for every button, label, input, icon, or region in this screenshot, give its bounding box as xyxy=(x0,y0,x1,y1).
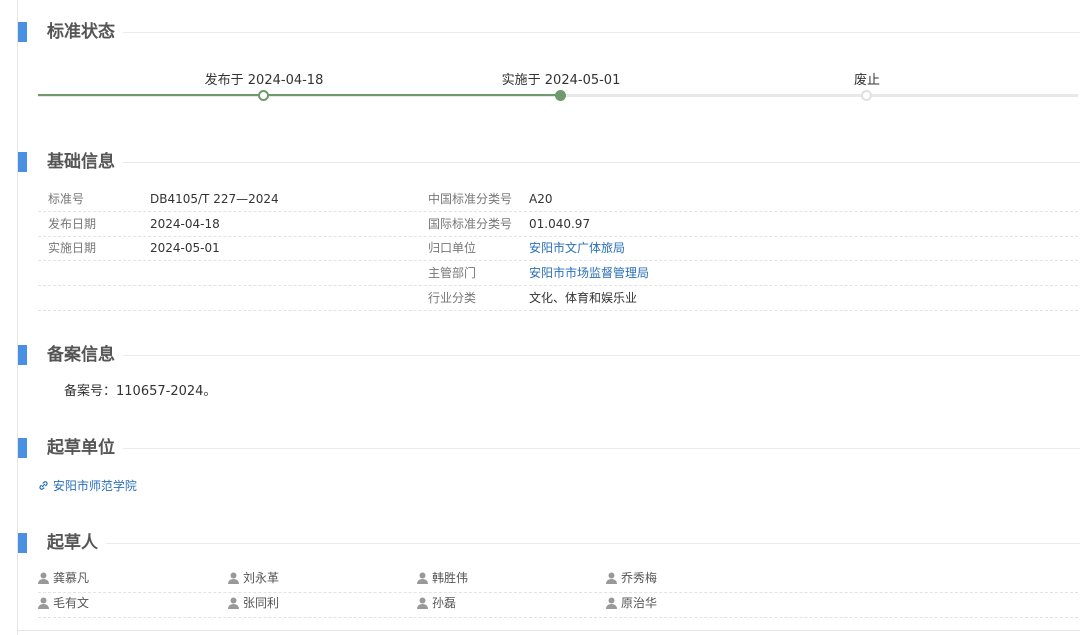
timeline-progress xyxy=(38,94,561,96)
drafter-item[interactable]: 孙磊 xyxy=(417,593,456,613)
filing-section: 备案信息 xyxy=(18,343,1080,367)
drafter-item[interactable]: 乔秀梅 xyxy=(606,568,657,588)
supervisor-label: 主管部门 xyxy=(428,266,477,280)
filing-number-text: 备案号：110657-2024。 xyxy=(64,384,217,399)
drafter-name: 毛有文 xyxy=(53,596,90,610)
drafter-item[interactable]: 原治华 xyxy=(606,593,657,613)
status-timeline: 发布于 2024-04-18 实施于 2024-05-01 废止 xyxy=(38,58,1078,104)
info-row: 实施日期 2024-05-01 归口单位 安阳市文广体旅局 xyxy=(38,236,1078,261)
bottom-border xyxy=(18,630,1080,631)
cn-class-value: A20 xyxy=(529,192,553,206)
section-title: 备案信息 xyxy=(47,345,115,365)
basic-info-section: 基础信息 xyxy=(18,150,1080,174)
drafter-name: 原治华 xyxy=(621,596,658,610)
status-section: 标准状态 xyxy=(18,20,1080,44)
info-row: 主管部门 安阳市市场监督管理局 xyxy=(38,261,1078,286)
implement-date-value: 2024-05-01 xyxy=(150,241,220,255)
drafter-name: 韩胜伟 xyxy=(432,571,469,585)
section-title: 起草人 xyxy=(47,533,98,553)
drafters-section: 起草人 xyxy=(18,531,1080,555)
person-icon xyxy=(606,571,621,585)
timeline-step-label-abolished: 废止 xyxy=(853,73,881,88)
publish-date-label: 发布日期 xyxy=(48,217,97,231)
implement-date-label: 实施日期 xyxy=(48,241,97,255)
timeline-step-dot-implemented xyxy=(555,90,566,101)
supervisor-link[interactable]: 安阳市市场监督管理局 xyxy=(529,261,649,285)
filing-header: 备案信息 xyxy=(18,343,1080,367)
section-accent-bar xyxy=(18,22,27,42)
section-divider xyxy=(123,32,1080,33)
industry-value: 文化、体育和娱乐业 xyxy=(529,291,638,305)
responsible-unit-label: 归口单位 xyxy=(428,241,477,255)
publish-date-value: 2024-04-18 xyxy=(150,217,220,231)
section-accent-bar xyxy=(18,438,27,458)
section-divider xyxy=(106,543,1080,544)
section-title: 基础信息 xyxy=(47,152,115,172)
timeline-step-dot-abolished xyxy=(861,90,872,101)
person-icon xyxy=(606,596,621,610)
timeline-step-label-implemented: 实施于 2024-05-01 xyxy=(501,73,621,88)
responsible-unit-link[interactable]: 安阳市文广体旅局 xyxy=(529,236,625,260)
section-title: 标准状态 xyxy=(47,22,115,42)
person-icon xyxy=(417,571,432,585)
drafter-item[interactable]: 刘永革 xyxy=(228,568,279,588)
section-accent-bar xyxy=(18,345,27,365)
section-accent-bar xyxy=(18,533,27,553)
person-icon xyxy=(228,571,243,585)
drafters-row: 毛有文 张同利 孙磊 原治华 xyxy=(38,593,1078,618)
drafter-name: 龚慕凡 xyxy=(53,571,90,585)
status-section-header: 标准状态 xyxy=(18,20,1080,44)
link-icon xyxy=(38,479,53,493)
drafter-name: 张同利 xyxy=(243,596,280,610)
timeline-step-label-published: 发布于 2024-04-18 xyxy=(204,73,324,88)
section-accent-bar xyxy=(18,152,27,172)
drafting-unit-section: 起草单位 xyxy=(18,436,1080,460)
person-icon xyxy=(38,596,53,610)
section-divider xyxy=(123,448,1080,449)
drafting-unit-header: 起草单位 xyxy=(18,436,1080,460)
section-divider xyxy=(123,355,1080,356)
timeline-step-dot-published xyxy=(258,90,269,101)
basic-info-header: 基础信息 xyxy=(18,150,1080,174)
drafter-name: 刘永革 xyxy=(243,571,280,585)
drafter-item[interactable]: 龚慕凡 xyxy=(38,568,89,588)
drafter-name: 孙磊 xyxy=(432,596,457,610)
drafting-unit-name: 安阳市师范学院 xyxy=(52,479,137,493)
drafter-item[interactable]: 韩胜伟 xyxy=(417,568,468,588)
intl-class-label: 国际标准分类号 xyxy=(428,217,513,231)
info-row: 行业分类 文化、体育和娱乐业 xyxy=(38,286,1078,311)
section-title: 起草单位 xyxy=(47,438,115,458)
info-row: 发布日期 2024-04-18 国际标准分类号 01.040.97 xyxy=(38,212,1078,237)
person-icon xyxy=(228,596,243,610)
drafter-name: 乔秀梅 xyxy=(621,571,658,585)
person-icon xyxy=(38,571,53,585)
drafters-row: 龚慕凡 刘永革 韩胜伟 乔秀梅 xyxy=(38,568,1078,593)
drafter-item[interactable]: 张同利 xyxy=(228,593,279,613)
standard-number-label: 标准号 xyxy=(48,192,85,206)
standard-number-value: DB4105/T 227—2024 xyxy=(150,192,279,206)
industry-label: 行业分类 xyxy=(428,291,477,305)
intl-class-value: 01.040.97 xyxy=(529,217,591,231)
cn-class-label: 中国标准分类号 xyxy=(428,192,513,206)
section-divider xyxy=(123,162,1080,163)
info-row: 标准号 DB4105/T 227—2024 中国标准分类号 A20 xyxy=(38,187,1078,212)
drafter-item[interactable]: 毛有文 xyxy=(38,593,89,613)
drafters-header: 起草人 xyxy=(18,531,1080,555)
person-icon xyxy=(417,596,432,610)
drafting-unit-link[interactable]: 安阳市师范学院 xyxy=(38,476,137,496)
